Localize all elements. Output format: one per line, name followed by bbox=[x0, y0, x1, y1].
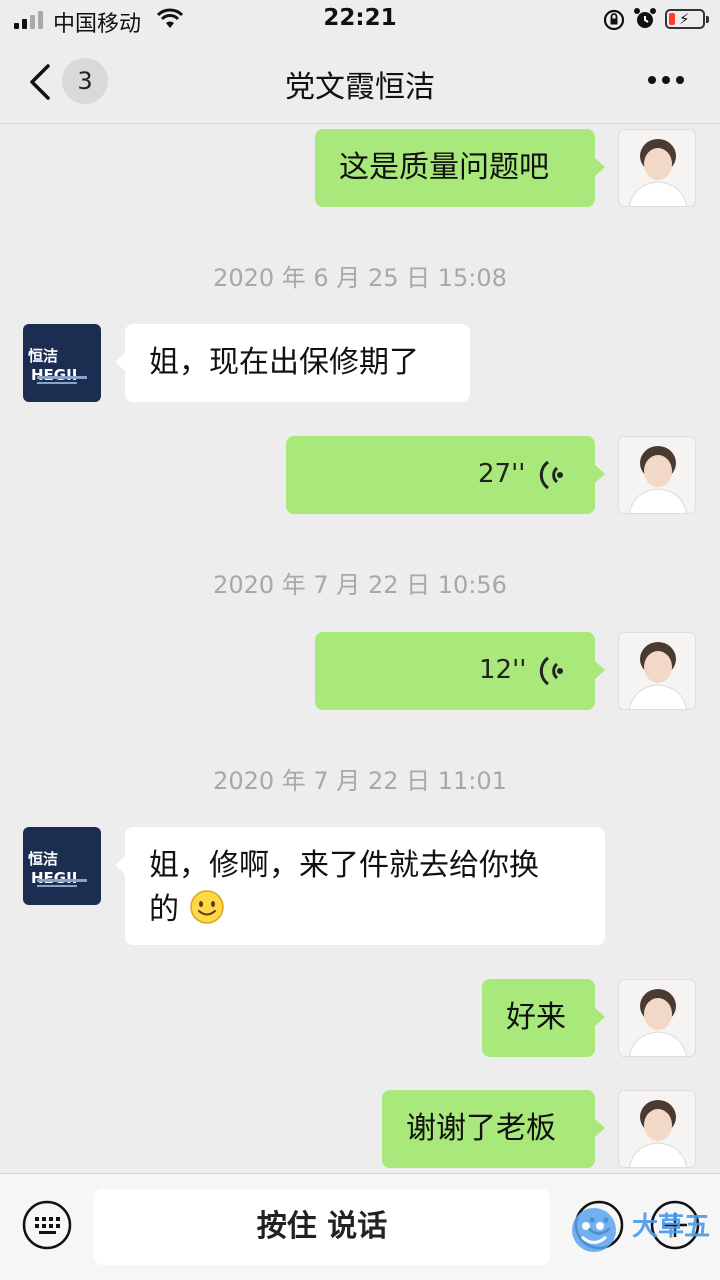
alarm-icon bbox=[634, 8, 656, 28]
voice-message-bubble[interactable]: 12'' bbox=[315, 632, 605, 710]
voice-duration: 12'' bbox=[479, 655, 527, 685]
avatar-brand-cn: 恒洁 bbox=[28, 850, 59, 868]
message-text: 姐，现在出保修期了 bbox=[149, 345, 419, 380]
voice-wave-icon bbox=[539, 656, 563, 686]
message-text-line: 的 bbox=[149, 892, 179, 927]
message-bubble[interactable]: 好来 bbox=[482, 979, 605, 1057]
chat-header: 3 党文霞恒洁 bbox=[0, 40, 720, 124]
battery-icon: ⚡ bbox=[665, 9, 709, 29]
keyboard-icon[interactable] bbox=[22, 1200, 72, 1250]
contact-avatar[interactable]: 恒洁HEGII bbox=[23, 827, 101, 905]
message-row: 12'' bbox=[0, 632, 720, 722]
message-timestamp: 2020 年 6 月 25 日 15:08 bbox=[213, 264, 507, 292]
watermark-logo-icon bbox=[572, 1208, 616, 1252]
message-list[interactable]: 这是质量问题吧 2020 年 6 月 25 日 15:08 恒洁HEGII 姐，… bbox=[0, 125, 720, 1173]
message-timestamp: 2020 年 7 月 22 日 10:56 bbox=[213, 571, 507, 599]
watermark-text: 大草五 bbox=[632, 1212, 711, 1242]
voice-message-bubble[interactable]: 27'' bbox=[286, 436, 605, 514]
message-bubble[interactable]: 这是质量问题吧 bbox=[315, 129, 605, 207]
my-avatar[interactable] bbox=[618, 436, 696, 514]
message-row: 这是质量问题吧 bbox=[0, 125, 720, 215]
message-bubble[interactable]: 谢谢了老板 bbox=[382, 1090, 605, 1168]
orientation-lock-icon bbox=[603, 9, 625, 31]
input-bar: 按住 说话 大草五 bbox=[0, 1173, 720, 1280]
status-bar: 中国移动 22:21 ⚡ bbox=[0, 0, 720, 40]
message-text: 谢谢了老板 bbox=[406, 1111, 556, 1146]
message-bubble[interactable]: 姐，修啊，来了件就去给你换 的 bbox=[115, 827, 605, 945]
my-avatar[interactable] bbox=[618, 632, 696, 710]
message-row: 好来 bbox=[0, 979, 720, 1069]
more-icon[interactable] bbox=[646, 70, 686, 90]
my-avatar[interactable] bbox=[618, 979, 696, 1057]
avatar-brand-cn: 恒洁 bbox=[28, 347, 59, 365]
my-avatar[interactable] bbox=[618, 1090, 696, 1168]
hold-to-talk-button[interactable]: 按住 说话 bbox=[94, 1189, 550, 1265]
voice-duration: 27'' bbox=[478, 459, 526, 489]
smile-emoji-icon bbox=[189, 890, 224, 924]
message-row: 谢谢了老板 bbox=[0, 1090, 720, 1173]
message-text: 这是质量问题吧 bbox=[339, 150, 549, 185]
message-row: 27'' bbox=[0, 436, 720, 526]
message-row: 恒洁HEGII 姐，现在出保修期了 bbox=[0, 324, 720, 414]
chat-title: 党文霞恒洁 bbox=[285, 70, 435, 105]
message-bubble[interactable]: 姐，现在出保修期了 bbox=[115, 324, 470, 402]
my-avatar[interactable] bbox=[618, 129, 696, 207]
message-row: 恒洁HEGII 姐，修啊，来了件就去给你换 的 bbox=[0, 827, 720, 951]
voice-wave-icon bbox=[539, 460, 563, 490]
contact-avatar[interactable]: 恒洁HEGII bbox=[23, 324, 101, 402]
message-timestamp: 2020 年 7 月 22 日 11:01 bbox=[213, 767, 507, 795]
message-text: 好来 bbox=[506, 1000, 566, 1035]
watermark: 大草五 bbox=[570, 1204, 720, 1259]
message-text-line: 姐，修啊，来了件就去给你换 bbox=[149, 848, 539, 883]
